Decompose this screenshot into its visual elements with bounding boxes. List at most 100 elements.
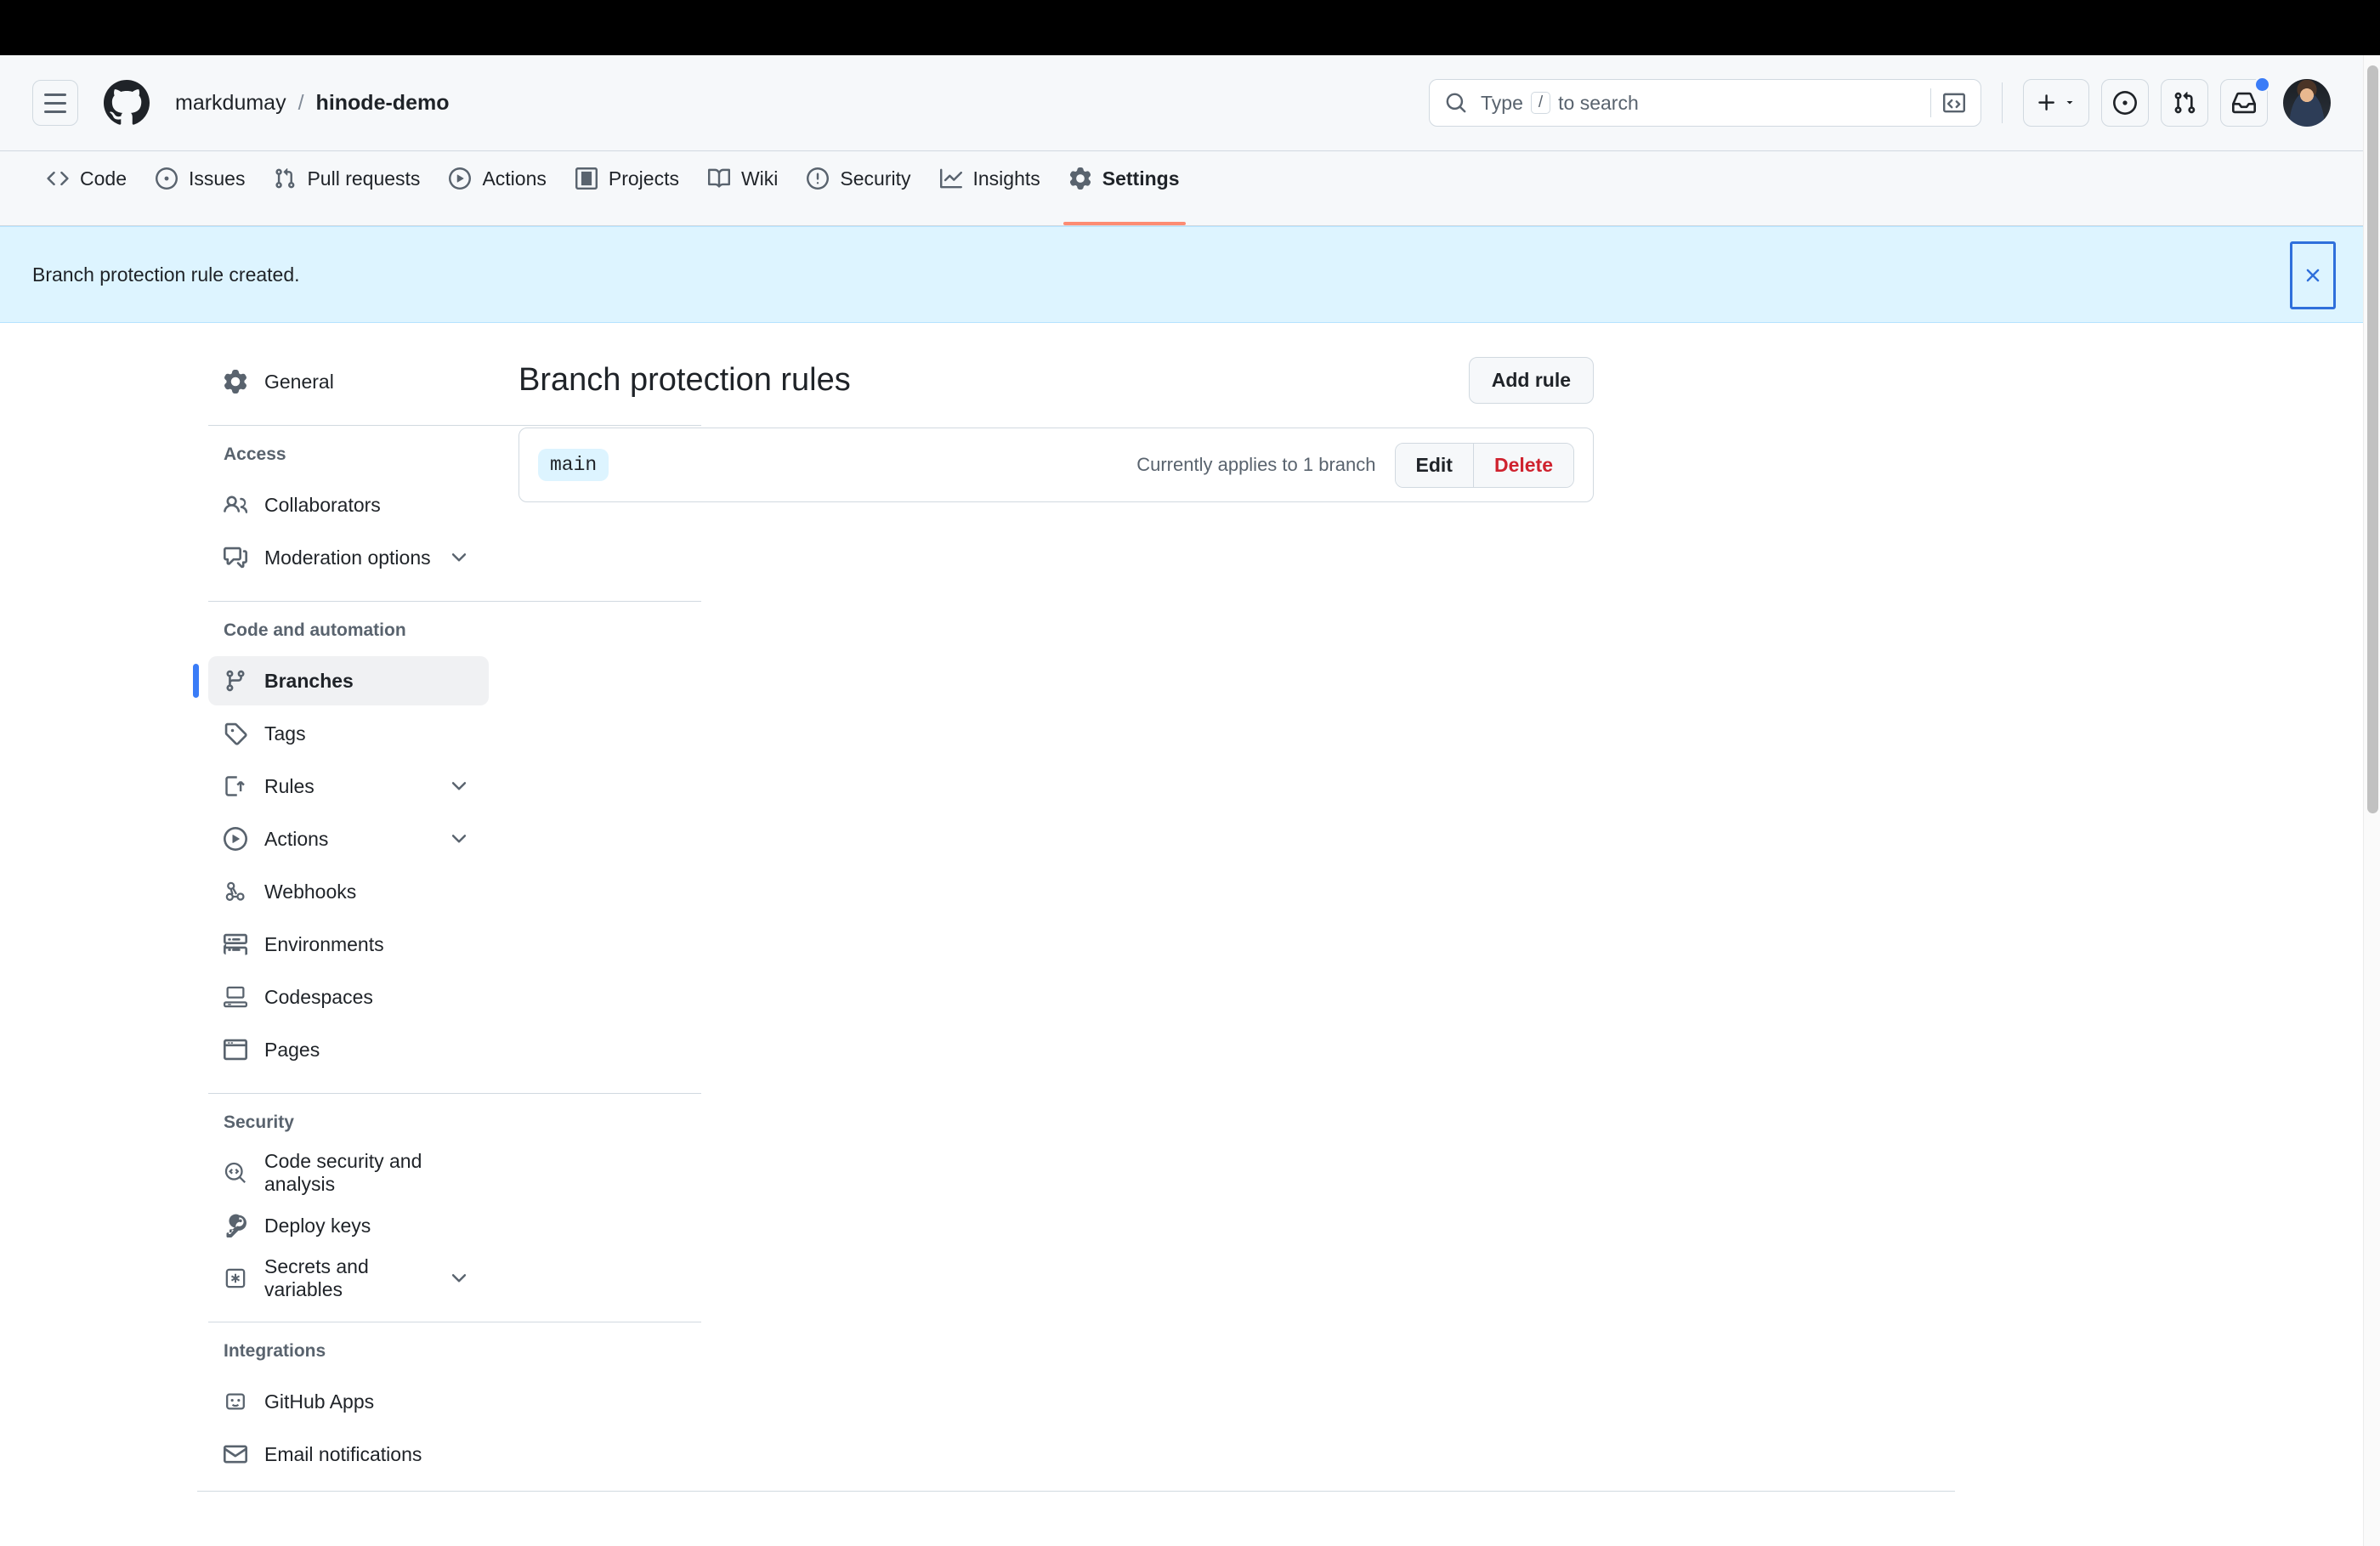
sidebar-item-label: Secrets and variables <box>264 1255 369 1300</box>
settings-sidebar: General Access Collaborators Moderation … <box>0 323 701 1482</box>
sidebar-group-code-and-automation: Code and automation Branches Tags Rules … <box>193 620 489 1074</box>
github-logo-icon[interactable] <box>102 78 151 127</box>
hamburger-icon[interactable] <box>32 80 78 126</box>
sidebar-item-label: Collaborators <box>264 493 381 516</box>
play-icon <box>449 167 472 190</box>
tab-wiki-label: Wiki <box>740 167 779 190</box>
chevron-down-icon <box>2066 101 2073 105</box>
gear-icon <box>1069 167 1091 190</box>
notifications-button[interactable] <box>2220 76 2270 127</box>
tab-actions-label: Actions <box>482 167 547 190</box>
tab-security[interactable]: Security <box>792 151 925 225</box>
breadcrumb: markdumay / hinode-demo <box>175 91 449 116</box>
search-placeholder-suffix: to search <box>1558 91 1639 114</box>
footer-divider <box>197 1491 1955 1492</box>
sidebar-item-label: Environments <box>264 932 384 955</box>
os-title-bar <box>0 0 2380 55</box>
edit-rule-button[interactable]: Edit <box>1395 443 1473 487</box>
sidebar-heading: Code and automation <box>224 620 406 640</box>
sidebar-item-email-notifications[interactable]: Email notifications <box>208 1430 489 1479</box>
sidebar-item-branches[interactable]: Branches <box>193 656 489 705</box>
sidebar-item-webhooks[interactable]: Webhooks <box>208 867 489 916</box>
close-icon[interactable] <box>2290 241 2336 309</box>
terminal-icon[interactable] <box>1943 92 1965 114</box>
tab-settings[interactable]: Settings <box>1055 151 1194 225</box>
issues-button[interactable] <box>2101 79 2149 127</box>
sidebar-item-environments[interactable]: Environments <box>208 920 489 969</box>
sidebar-item-label: Pages <box>264 1038 320 1061</box>
flash-banner: Branch protection rule created. <box>0 226 2363 323</box>
rule-actions: Currently applies to 1 branch Edit Delet… <box>1136 442 1574 488</box>
sidebar-item-general[interactable]: General <box>208 357 489 406</box>
sidebar-item-label: Email notifications <box>264 1442 422 1465</box>
breadcrumb-repo[interactable]: hinode-demo <box>316 91 450 116</box>
page-title: Branch protection rules <box>518 362 851 398</box>
page-scrollbar[interactable] <box>2363 55 2380 1546</box>
sidebar-item-moderation-options[interactable]: Moderation options <box>208 533 489 582</box>
repo-nav: Code Issues Pull requests Actions Projec… <box>0 151 2363 226</box>
rule-applies-to-text: Currently applies to 1 branch <box>1136 454 1376 475</box>
sidebar-item-label: General <box>264 370 334 393</box>
sidebar-item-label: Branches <box>264 669 354 692</box>
header-divider <box>2002 82 2003 123</box>
secret-icon <box>224 1266 247 1290</box>
tab-actions[interactable]: Actions <box>434 151 560 225</box>
sidebar-item-code-security-and-analysis[interactable]: Code security and analysis <box>208 1148 489 1198</box>
sidebar-item-label: Moderation options <box>264 546 431 569</box>
sidebar-item-label: Actions <box>264 827 329 850</box>
header-actions: Type / to search <box>1429 76 2331 127</box>
sidebar-item-label: Webhooks <box>264 880 357 903</box>
tab-code-label: Code <box>80 167 127 190</box>
sidebar-item-actions[interactable]: Actions <box>208 814 489 864</box>
pull-requests-button[interactable] <box>2161 79 2208 127</box>
tab-projects[interactable]: Projects <box>561 151 694 225</box>
codescan-icon <box>224 1161 247 1185</box>
tab-issues[interactable]: Issues <box>141 151 259 225</box>
code-icon <box>47 171 69 186</box>
sidebar-item-collaborators[interactable]: Collaborators <box>208 480 489 529</box>
shield-icon <box>807 167 830 190</box>
create-new-button[interactable] <box>2023 79 2089 127</box>
add-rule-button[interactable]: Add rule <box>1468 357 1594 404</box>
sidebar-item-secrets-and-variables[interactable]: Secrets and variables <box>208 1254 489 1303</box>
search-divider <box>1930 88 1931 117</box>
tab-insights[interactable]: Insights <box>926 151 1055 225</box>
sidebar-item-rules[interactable]: Rules <box>208 762 489 811</box>
sidebar-item-label: Codespaces <box>264 985 373 1008</box>
breadcrumb-owner[interactable]: markdumay <box>175 91 286 116</box>
tab-issues-label: Issues <box>188 167 246 190</box>
sidebar-item-pages[interactable]: Pages <box>208 1025 489 1074</box>
play-icon <box>224 827 247 851</box>
mail-icon <box>224 1442 247 1466</box>
sidebar-item-codespaces[interactable]: Codespaces <box>208 972 489 1022</box>
sidebar-heading: Integrations <box>224 1341 326 1361</box>
server-icon <box>224 932 247 956</box>
flash-message: Branch protection rule created. <box>32 263 300 286</box>
sidebar-item-label: Code security and analysis <box>264 1150 422 1195</box>
sidebar-item-github-apps[interactable]: GitHub Apps <box>208 1377 489 1426</box>
browser-viewport: markdumay / hinode-demo Type / to search <box>0 55 2363 1546</box>
sidebar-item-label: Rules <box>264 774 314 797</box>
avatar[interactable] <box>2283 79 2331 127</box>
tab-pull-requests[interactable]: Pull requests <box>259 151 434 225</box>
sidebar-item-label: Tags <box>264 722 306 745</box>
search-slash-key: / <box>1530 91 1551 115</box>
sidebar-group-access: Access Collaborators Moderation options <box>208 445 489 582</box>
branch-pattern-badge[interactable]: main <box>538 449 609 481</box>
search-placeholder: Type / to search <box>1481 92 1930 115</box>
sidebar-item-label: GitHub Apps <box>264 1390 375 1413</box>
scrollbar-thumb[interactable] <box>2367 65 2378 813</box>
chevron-down-icon <box>451 1274 467 1283</box>
delete-rule-button[interactable]: Delete <box>1472 443 1573 487</box>
search-input[interactable]: Type / to search <box>1429 79 1981 127</box>
sidebar-item-deploy-keys[interactable]: Deploy keys <box>208 1201 489 1250</box>
tab-code[interactable]: Code <box>32 151 141 225</box>
issue-opened-icon <box>155 167 178 190</box>
tab-wiki[interactable]: Wiki <box>694 151 792 225</box>
tab-projects-label: Projects <box>608 167 679 190</box>
github-header: markdumay / hinode-demo Type / to search <box>0 55 2363 151</box>
key-icon <box>224 1214 247 1237</box>
sidebar-item-tags[interactable]: Tags <box>208 709 489 758</box>
codespaces-icon <box>224 985 247 1009</box>
page-body: General Access Collaborators Moderation … <box>0 323 2363 1482</box>
